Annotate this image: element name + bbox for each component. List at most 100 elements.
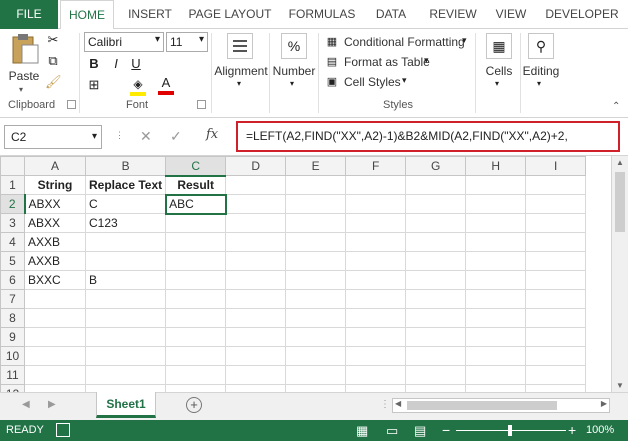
cell-c1[interactable]: Result [165, 175, 227, 195]
cell-h8[interactable] [465, 308, 527, 328]
cell-c5[interactable] [165, 251, 227, 271]
cell-c12[interactable] [165, 384, 227, 392]
cell-a4[interactable]: AXXB [24, 232, 86, 252]
cell-c8[interactable] [165, 308, 227, 328]
cell-b9[interactable] [84, 327, 167, 347]
cell-a5[interactable]: AXXB [24, 251, 86, 271]
column-header-g[interactable]: G [405, 156, 467, 176]
page-break-view-icon[interactable]: ▤ [414, 423, 426, 439]
tab-view[interactable]: VIEW [490, 0, 532, 29]
cell-h1[interactable] [465, 175, 527, 195]
bold-button[interactable]: B [86, 56, 102, 72]
normal-view-icon[interactable]: ▦ [356, 423, 368, 439]
cell-i7[interactable] [525, 289, 587, 309]
borders-icon[interactable]: ⊞ [86, 77, 102, 93]
cell-e5[interactable] [285, 251, 347, 271]
row-header-1[interactable]: 1 [0, 175, 25, 195]
alignment-button[interactable]: Alignment ▾ [213, 31, 269, 95]
cell-i8[interactable] [525, 308, 587, 328]
name-box[interactable]: C2 ▾ [4, 125, 102, 149]
cell-f7[interactable] [345, 289, 407, 309]
macro-record-icon[interactable] [56, 423, 70, 437]
tab-review[interactable]: REVIEW [424, 0, 482, 29]
row-header-9[interactable]: 9 [0, 327, 25, 347]
cell-e8[interactable] [285, 308, 347, 328]
cell-e2[interactable] [285, 194, 347, 214]
paste-button[interactable]: Paste [6, 31, 42, 93]
font-name-box[interactable]: Calibri ▾ [84, 32, 164, 52]
cell-h9[interactable] [465, 327, 527, 347]
cell-g9[interactable] [405, 327, 467, 347]
cell-f10[interactable] [345, 346, 407, 366]
add-sheet-button[interactable]: + [186, 397, 202, 413]
insert-function-button[interactable]: fx [206, 127, 218, 142]
tab-page-layout[interactable]: PAGE LAYOUT [184, 0, 276, 29]
zoom-level[interactable]: 100% [586, 424, 614, 436]
cell-f2[interactable] [345, 194, 407, 214]
cell-h7[interactable] [465, 289, 527, 309]
copy-icon[interactable]: ⧉ [45, 53, 61, 69]
cell-c7[interactable] [165, 289, 227, 309]
tab-data[interactable]: DATA [366, 0, 416, 29]
underline-button[interactable]: U [128, 56, 144, 72]
zoom-slider-handle[interactable] [508, 425, 512, 436]
tab-insert[interactable]: INSERT [120, 0, 180, 29]
cell-d2[interactable] [225, 194, 287, 214]
paste-dropdown-icon[interactable]: ▾ [19, 85, 23, 94]
cell-a8[interactable] [24, 308, 86, 328]
cell-g8[interactable] [405, 308, 467, 328]
cell-h4[interactable] [465, 232, 527, 252]
font-size-box[interactable]: 11 ▾ [166, 32, 208, 52]
cell-b10[interactable] [84, 346, 167, 366]
cell-i5[interactable] [525, 251, 587, 271]
tab-home[interactable]: HOME [60, 0, 114, 30]
cell-d12[interactable] [225, 384, 287, 392]
cell-f3[interactable] [345, 213, 407, 233]
cell-e3[interactable] [285, 213, 347, 233]
row-header-12[interactable]: 12 [0, 384, 25, 392]
cell-i10[interactable] [525, 346, 587, 366]
cell-a2[interactable]: ABXX [24, 194, 86, 214]
horizontal-scroll-thumb[interactable] [407, 401, 557, 410]
formula-input[interactable]: =LEFT(A2,FIND("XX",A2)-1)&B2&MID(A2,FIND… [236, 121, 620, 152]
collapse-ribbon-icon[interactable]: ⌃ [612, 101, 620, 112]
cell-h5[interactable] [465, 251, 527, 271]
cell-c11[interactable] [165, 365, 227, 385]
cell-b11[interactable] [84, 365, 167, 385]
scroll-up-icon[interactable]: ▲ [616, 158, 624, 167]
row-header-10[interactable]: 10 [0, 346, 25, 366]
column-header-f[interactable]: F [345, 156, 407, 176]
cell-e6[interactable] [285, 270, 347, 290]
cells-button[interactable]: ▦ Cells ▾ [478, 31, 520, 95]
cell-b8[interactable] [84, 308, 167, 328]
cell-h10[interactable] [465, 346, 527, 366]
cell-c2[interactable]: ABC [164, 193, 227, 215]
cell-b5[interactable] [84, 251, 167, 271]
column-header-b[interactable]: B [84, 156, 167, 176]
cell-d4[interactable] [225, 232, 287, 252]
cell-f8[interactable] [345, 308, 407, 328]
cell-d8[interactable] [225, 308, 287, 328]
row-header-3[interactable]: 3 [0, 213, 25, 233]
cell-i9[interactable] [525, 327, 587, 347]
cell-g7[interactable] [405, 289, 467, 309]
cell-a11[interactable] [24, 365, 86, 385]
cell-c10[interactable] [165, 346, 227, 366]
cell-d9[interactable] [225, 327, 287, 347]
cell-g11[interactable] [405, 365, 467, 385]
zoom-out-icon[interactable]: − [442, 422, 450, 438]
horizontal-scrollbar[interactable]: ◀ ▶ [392, 398, 610, 413]
editing-button[interactable]: ⚲ Editing ▾ [520, 31, 562, 95]
column-header-d[interactable]: D [225, 156, 287, 176]
clipboard-launcher-icon[interactable] [67, 100, 76, 109]
cell-e1[interactable] [285, 175, 347, 195]
italic-button[interactable]: I [108, 56, 124, 72]
vertical-scrollbar[interactable]: ▲ ▼ [611, 156, 628, 392]
cell-h3[interactable] [465, 213, 527, 233]
cell-d1[interactable] [225, 175, 287, 195]
cell-h6[interactable] [465, 270, 527, 290]
cell-e10[interactable] [285, 346, 347, 366]
cell-c9[interactable] [165, 327, 227, 347]
format-painter-icon[interactable]: 🖌 [45, 74, 62, 90]
cell-a9[interactable] [24, 327, 86, 347]
